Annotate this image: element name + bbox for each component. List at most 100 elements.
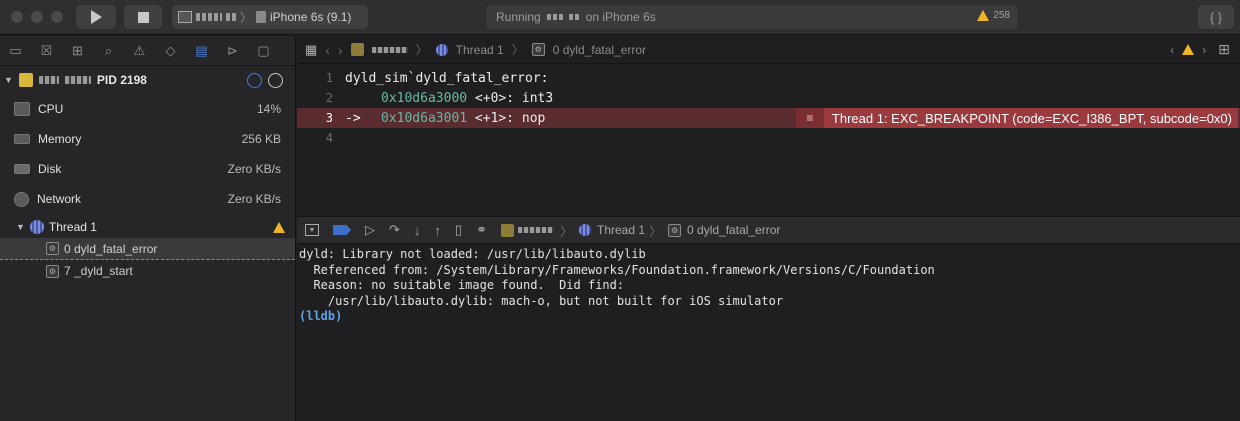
redacted-app-name [546,14,565,20]
related-items-icon[interactable]: ▦ [305,42,317,58]
gauge-label: Network [37,192,82,206]
add-editor-icon[interactable]: ⊞ [1218,41,1230,58]
error-annotation[interactable]: ≡ Thread 1: EXC_BREAKPOINT (code=EXC_I38… [795,108,1238,128]
gauge-value: 14% [256,102,281,116]
gauge-disk[interactable]: Disk Zero KB/s [0,154,295,184]
frame-gear-icon: ⚙ [46,264,59,278]
cpu-icon [14,102,30,116]
app-icon [350,43,364,56]
gauge-label: CPU [38,102,64,116]
stop-button[interactable] [124,5,162,29]
list-icon: ≡ [795,108,824,128]
status-prefix: Running [496,10,541,24]
folder-icon[interactable]: ▭ [0,36,31,66]
code-line[interactable]: 2 0x10d6a3000 <+0>: int3 [297,88,1240,108]
redacted-process-name-2 [64,76,91,84]
jumpbar-thread[interactable]: Thread 1 [456,43,504,57]
thread-label: Thread 1 [48,220,97,234]
symbol-icon[interactable]: ⊞ [62,36,93,66]
jumpbar-frame[interactable]: 0 dyld_fatal_error [553,43,646,57]
redacted-scheme-name-2 [226,13,236,21]
debug-bar: ▼ ▷ ↷ ↓ ↑ ▯ ⚭ 〉 Thread 1 〉 ⚙ 0 dyld_fata… [297,216,1240,244]
gauge-cpu[interactable]: CPU 14% [0,94,295,124]
redacted-process-name [38,76,59,84]
step-into-icon[interactable]: ↓ [414,223,421,238]
line-number: 3 [325,111,333,125]
instruction-text: <+0>: int3 [467,90,554,106]
debugbar-frame[interactable]: 0 dyld_fatal_error [687,223,780,237]
stop-icon [137,11,149,23]
code-line[interactable]: 4 [297,128,1240,148]
stack-frame-row[interactable]: ⚙ 7 _dyld_start [0,260,295,282]
debug-icon[interactable]: ▤ [186,36,217,66]
hide-debug-area-icon[interactable]: ▼ [305,224,319,236]
stack-frame-row[interactable]: ⚙ 0 dyld_fatal_error [0,238,295,260]
breakpoints-toggle-icon[interactable] [333,225,351,235]
activity-status: Running on iPhone 6s 258 [486,5,1018,29]
memory-icon [14,134,30,144]
frame-gear-icon: ⚙ [531,43,545,56]
network-icon [14,191,29,207]
disclosure-triangle-icon: ▼ [4,75,13,85]
warning-icon[interactable] [1182,44,1195,55]
gauge-icon[interactable] [247,72,262,88]
search-icon[interactable]: ⌕ [93,36,124,66]
warning-count: 258 [993,10,1010,21]
editor-mode-button[interactable]: { } [1198,5,1234,29]
console-line: /usr/lib/libauto.dylib: mach-o, but not … [299,293,784,308]
debug-console[interactable]: dyld: Library not loaded: /usr/lib/libau… [297,245,1240,421]
memory-graph-icon[interactable]: ⚭ [476,222,487,238]
gauge-value: Zero KB/s [227,162,281,176]
back-arrow-icon[interactable]: ‹ [325,42,330,58]
gauge-network[interactable]: Network Zero KB/s [0,184,295,214]
lldb-prompt[interactable]: (lldb) [299,309,1238,325]
step-out-icon[interactable]: ↑ [434,223,441,238]
breakpoint-icon[interactable]: ⊳ [217,36,248,66]
frame-gear-icon: ⚙ [46,242,59,255]
gauge-label: Disk [38,162,62,176]
issue-next-icon[interactable]: › [1202,43,1206,57]
current-instruction-arrow: -> [345,110,361,126]
gauge-value: 256 KB [241,132,281,146]
continue-icon[interactable]: ▷ [365,222,375,238]
scheme-selector[interactable]: 〉 iPhone 6s (9.1) [172,5,368,29]
issue-icon[interactable]: ⚠ [124,36,155,66]
forward-arrow-icon[interactable]: › [338,42,343,58]
status-suffix: on iPhone 6s [585,10,656,24]
process-pid: PID 2198 [96,73,147,87]
thread-icon [29,220,44,234]
device-label: iPhone 6s (9.1) [270,10,352,24]
minimize-window-button[interactable] [31,11,43,23]
step-over-icon[interactable]: ↷ [389,222,400,238]
close-window-button[interactable] [11,11,23,23]
braces-icon: { } [1209,9,1223,25]
device-icon [256,11,267,23]
app-icon [18,73,33,87]
line-number: 4 [325,131,333,145]
issue-prev-icon[interactable]: ‹ [1170,43,1174,57]
frame-gear-icon: ⚙ [668,223,682,237]
warning-indicator[interactable]: 258 [977,10,1010,21]
line-number: 1 [325,71,333,85]
process-row[interactable]: ▼ PID 2198 [0,66,295,94]
chevron-right-icon: 〉 [511,43,524,57]
debugbar-thread[interactable]: Thread 1 [597,223,645,237]
code-line-current[interactable]: 3 -> 0x10d6a3001 <+1>: nop ≡ Thread 1: E… [297,108,1240,128]
zoom-window-button[interactable] [51,11,63,23]
thread-icon [578,224,591,236]
gauge-memory[interactable]: Memory 256 KB [0,124,295,154]
redacted-scheme-name [196,13,222,21]
code-line[interactable]: 1 dyld_sim`dyld_fatal_error: [297,68,1240,88]
disclosure-triangle-icon: ▼ [16,222,25,232]
run-button[interactable] [76,5,116,29]
warning-icon [977,10,990,21]
source-control-icon[interactable]: ☒ [31,36,62,66]
gauge-value: Zero KB/s [227,192,281,206]
thread-options-icon[interactable] [268,72,283,88]
toolbar: 〉 iPhone 6s (9.1) Running on iPhone 6s 2… [0,0,1240,35]
thread-row[interactable]: ▼ Thread 1 [0,216,295,238]
view-hierarchy-icon[interactable]: ▯ [455,222,462,238]
instruction-text: <+1>: nop [467,110,546,126]
test-icon[interactable]: ◇ [155,36,186,66]
report-icon[interactable]: ▢ [248,36,279,66]
